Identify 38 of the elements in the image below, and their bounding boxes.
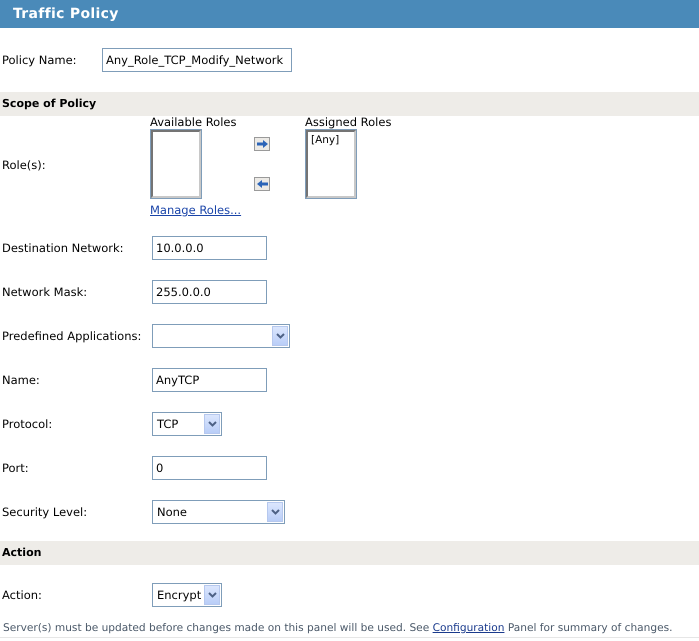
chevron-icon: [208, 592, 216, 598]
field-label: Security Level:: [2, 505, 88, 519]
field-label: Policy Name:: [2, 53, 78, 67]
chevron-icon: [276, 333, 284, 339]
chevron-icon: [270, 509, 280, 515]
remove-button[interactable]: [254, 177, 270, 191]
update-note: Server(s) must be updated before changes made on this panel will be used. See Configuration Panel for summary of changes.: [0, 617, 699, 638]
text-field[interactable]: AnyTCP: [152, 368, 267, 392]
dropdown[interactable]: TCP: [152, 412, 222, 436]
field-label: Role(s):: [1, 158, 47, 174]
field-label: Port:: [2, 461, 30, 475]
dropdown[interactable]: None: [152, 500, 285, 524]
chevron-icon: [208, 421, 216, 427]
field-label: Predefined Applications:: [2, 329, 142, 343]
field-label: Network Mask:: [2, 285, 88, 299]
text-field[interactable]: 255.0.0.0: [152, 280, 267, 304]
list-heading: Available Roles: [150, 116, 238, 129]
list-item[interactable]: [Any]: [311, 134, 351, 146]
configuration-link[interactable]: Configuration: [432, 622, 504, 634]
assigned-roles-list[interactable]: [Any]: [306, 130, 356, 198]
available-roles-list[interactable]: [151, 130, 201, 198]
dropdown[interactable]: [152, 324, 290, 348]
list-heading: Assigned Roles: [305, 116, 392, 129]
dropdown[interactable]: Encrypt: [152, 583, 222, 607]
right-arrow-icon: [256, 140, 268, 148]
section-heading: Scope of Policy: [0, 92, 699, 116]
field-label: Action:: [2, 588, 43, 602]
text-field[interactable]: 10.0.0.0: [152, 236, 267, 260]
text-field[interactable]: 0: [152, 456, 267, 480]
field-label: Protocol:: [2, 417, 54, 431]
field-label: Destination Network:: [2, 241, 125, 255]
field-label: Name:: [2, 373, 41, 387]
manage-roles-link[interactable]: Manage Roles...: [150, 203, 242, 217]
section-heading: Action: [0, 541, 699, 565]
left-arrow-icon: [256, 180, 268, 188]
text-field[interactable]: Any_Role_TCP_Modify_Network: [102, 48, 292, 72]
page-title: Traffic Policy: [0, 0, 699, 28]
add-button[interactable]: [254, 137, 270, 151]
